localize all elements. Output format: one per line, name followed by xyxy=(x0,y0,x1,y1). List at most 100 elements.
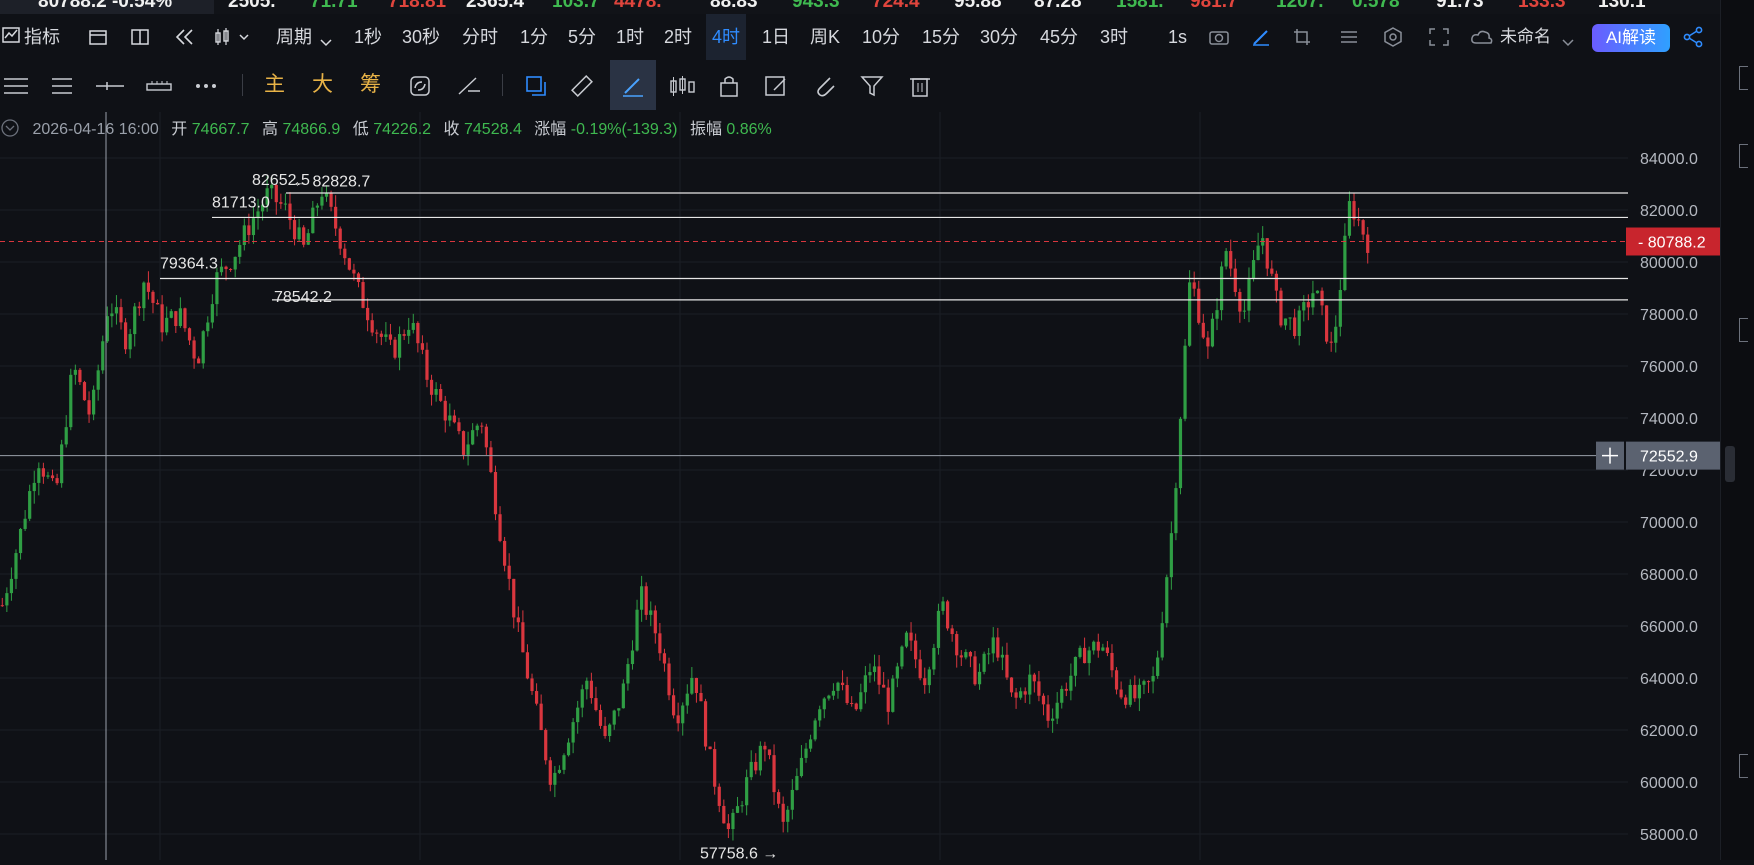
ticker-item[interactable]: 1581. xyxy=(1116,0,1164,13)
horizontal-lines-icon[interactable] xyxy=(4,75,28,102)
period-10m[interactable]: 10分 xyxy=(862,14,900,60)
info-open-label: 开 xyxy=(171,121,188,138)
crop-icon[interactable] xyxy=(1292,27,1314,52)
candle-body xyxy=(589,680,593,699)
period-2h[interactable]: 2时 xyxy=(664,14,692,60)
filter-icon[interactable] xyxy=(860,74,884,103)
candle-body xyxy=(868,672,872,676)
panel-edge-icon[interactable] xyxy=(1739,66,1748,90)
period-1s[interactable]: 1秒 xyxy=(354,14,382,60)
candles-icon[interactable] xyxy=(668,74,696,103)
ticker-item[interactable]: 2505. xyxy=(228,0,276,13)
ticker-item[interactable]: 80788.2 -0.54% xyxy=(38,0,172,13)
period-1m[interactable]: 1分 xyxy=(520,14,548,60)
ruler-measure-icon[interactable] xyxy=(146,75,172,102)
candle-body xyxy=(822,698,826,710)
ai-interpret-button[interactable]: AI解读 xyxy=(1592,24,1670,52)
layout-name-dropdown[interactable]: 未命名 xyxy=(1500,14,1551,60)
replay-icon[interactable] xyxy=(174,27,196,52)
chip-button[interactable]: 筹 xyxy=(360,62,381,108)
magnet-icon[interactable] xyxy=(812,74,836,103)
more-icon[interactable] xyxy=(194,75,218,102)
period-30m[interactable]: 30分 xyxy=(980,14,1018,60)
copy-icon[interactable] xyxy=(524,74,548,103)
period-3h[interactable]: 3时 xyxy=(1100,14,1128,60)
pen-icon[interactable] xyxy=(1250,27,1272,52)
candle-body xyxy=(745,777,749,806)
camera-icon[interactable] xyxy=(1208,27,1230,52)
main-chart-button[interactable]: 主 xyxy=(264,62,285,108)
share-icon[interactable] xyxy=(1682,26,1704,53)
sync-icon[interactable] xyxy=(408,74,432,103)
period-45m[interactable]: 45分 xyxy=(1040,14,1078,60)
period-5m[interactable]: 5分 xyxy=(568,14,596,60)
candle-body xyxy=(722,805,726,824)
candle-body xyxy=(229,269,233,271)
candle-body xyxy=(1306,302,1310,308)
ticker-item[interactable]: 133.3 xyxy=(1518,0,1566,13)
candle-body xyxy=(1087,650,1091,664)
ticker-item[interactable]: 718.81 xyxy=(388,0,446,13)
trash-icon[interactable] xyxy=(908,74,932,103)
ticker-item[interactable]: 981.7 xyxy=(1190,0,1238,13)
settings-icon[interactable] xyxy=(1382,27,1404,52)
ticker-item[interactable]: 95.88 xyxy=(954,0,1002,13)
indicator-icon[interactable] xyxy=(2,26,20,49)
calendar-icon[interactable] xyxy=(88,27,108,52)
ray-line-icon[interactable] xyxy=(96,75,124,102)
parallel-lines-icon[interactable] xyxy=(50,75,74,102)
ticker-item[interactable]: 1207. xyxy=(1276,0,1324,13)
cloud-icon[interactable] xyxy=(1470,28,1494,51)
period-week[interactable]: 周K xyxy=(810,14,840,60)
ticker-item[interactable]: 0.578 xyxy=(1352,0,1400,13)
candle-body xyxy=(991,637,995,654)
big-order-button[interactable]: 大 xyxy=(312,62,333,108)
candle-body xyxy=(1137,684,1141,699)
collapse-icon[interactable] xyxy=(0,118,20,143)
y-tick-label: 60000.0 xyxy=(1640,775,1698,792)
chevron-down-icon[interactable] xyxy=(1562,34,1574,52)
period-timeshare[interactable]: 分时 xyxy=(462,14,498,60)
panel-edge-icon[interactable] xyxy=(1739,318,1748,342)
ticker-item[interactable]: 4478. xyxy=(614,0,662,13)
period-1d[interactable]: 1日 xyxy=(762,14,790,60)
period-4h[interactable]: 4时 xyxy=(706,14,747,60)
lock-icon[interactable] xyxy=(718,74,740,103)
draw-pen-icon[interactable] xyxy=(620,74,646,103)
panel-collapse-handle[interactable] xyxy=(1725,446,1735,482)
period-1h[interactable]: 1时 xyxy=(616,14,644,60)
indicator-button[interactable]: 指标 xyxy=(24,14,60,60)
candle-body xyxy=(562,755,566,770)
ticker-item[interactable]: 71.71 xyxy=(310,0,358,13)
fullscreen-icon[interactable] xyxy=(1428,27,1450,52)
ticker-item[interactable]: 724.4 xyxy=(872,0,920,13)
trend-tool-icon[interactable] xyxy=(456,74,482,103)
candlestick-chart[interactable]: 84000.0 82000.0 80000.0 78000.0 76000.0 74000… xyxy=(0,112,1720,862)
chevron-down-icon[interactable] xyxy=(320,34,332,52)
toolbar-divider xyxy=(502,74,503,96)
period-15m[interactable]: 15分 xyxy=(922,14,960,60)
ruler-icon[interactable] xyxy=(570,74,594,103)
list-icon[interactable] xyxy=(1338,27,1360,52)
interval-button[interactable]: 1s xyxy=(1168,14,1187,60)
candle-body xyxy=(448,415,452,421)
ticker-item[interactable]: 943.3 xyxy=(792,0,840,13)
candle-body xyxy=(215,272,219,305)
ticker-item[interactable]: 87.28 xyxy=(1034,0,1082,13)
candle-type-icon[interactable] xyxy=(214,27,252,52)
panel-edge-icon[interactable] xyxy=(1739,144,1748,168)
ticker-item[interactable]: 91.73 xyxy=(1436,0,1484,13)
ticker-item[interactable]: 88.83 xyxy=(710,0,758,13)
candle-body xyxy=(1146,681,1151,683)
chart-area[interactable]: 84000.0 82000.0 80000.0 78000.0 76000.0 74000… xyxy=(0,112,1720,862)
ticker-item[interactable]: 130.1 xyxy=(1598,0,1646,13)
layout-icon[interactable] xyxy=(130,27,150,52)
note-edit-icon[interactable] xyxy=(764,74,788,103)
candle-body xyxy=(813,720,817,740)
period-30s[interactable]: 30秒 xyxy=(402,14,440,60)
ticker-item[interactable]: 2365.4 xyxy=(466,0,524,13)
panel-edge-icon[interactable] xyxy=(1739,754,1748,778)
y-tick-label: 66000.0 xyxy=(1640,619,1698,636)
period-dropdown[interactable]: 周期 xyxy=(276,14,312,60)
ticker-item[interactable]: 103.7 xyxy=(552,0,600,13)
